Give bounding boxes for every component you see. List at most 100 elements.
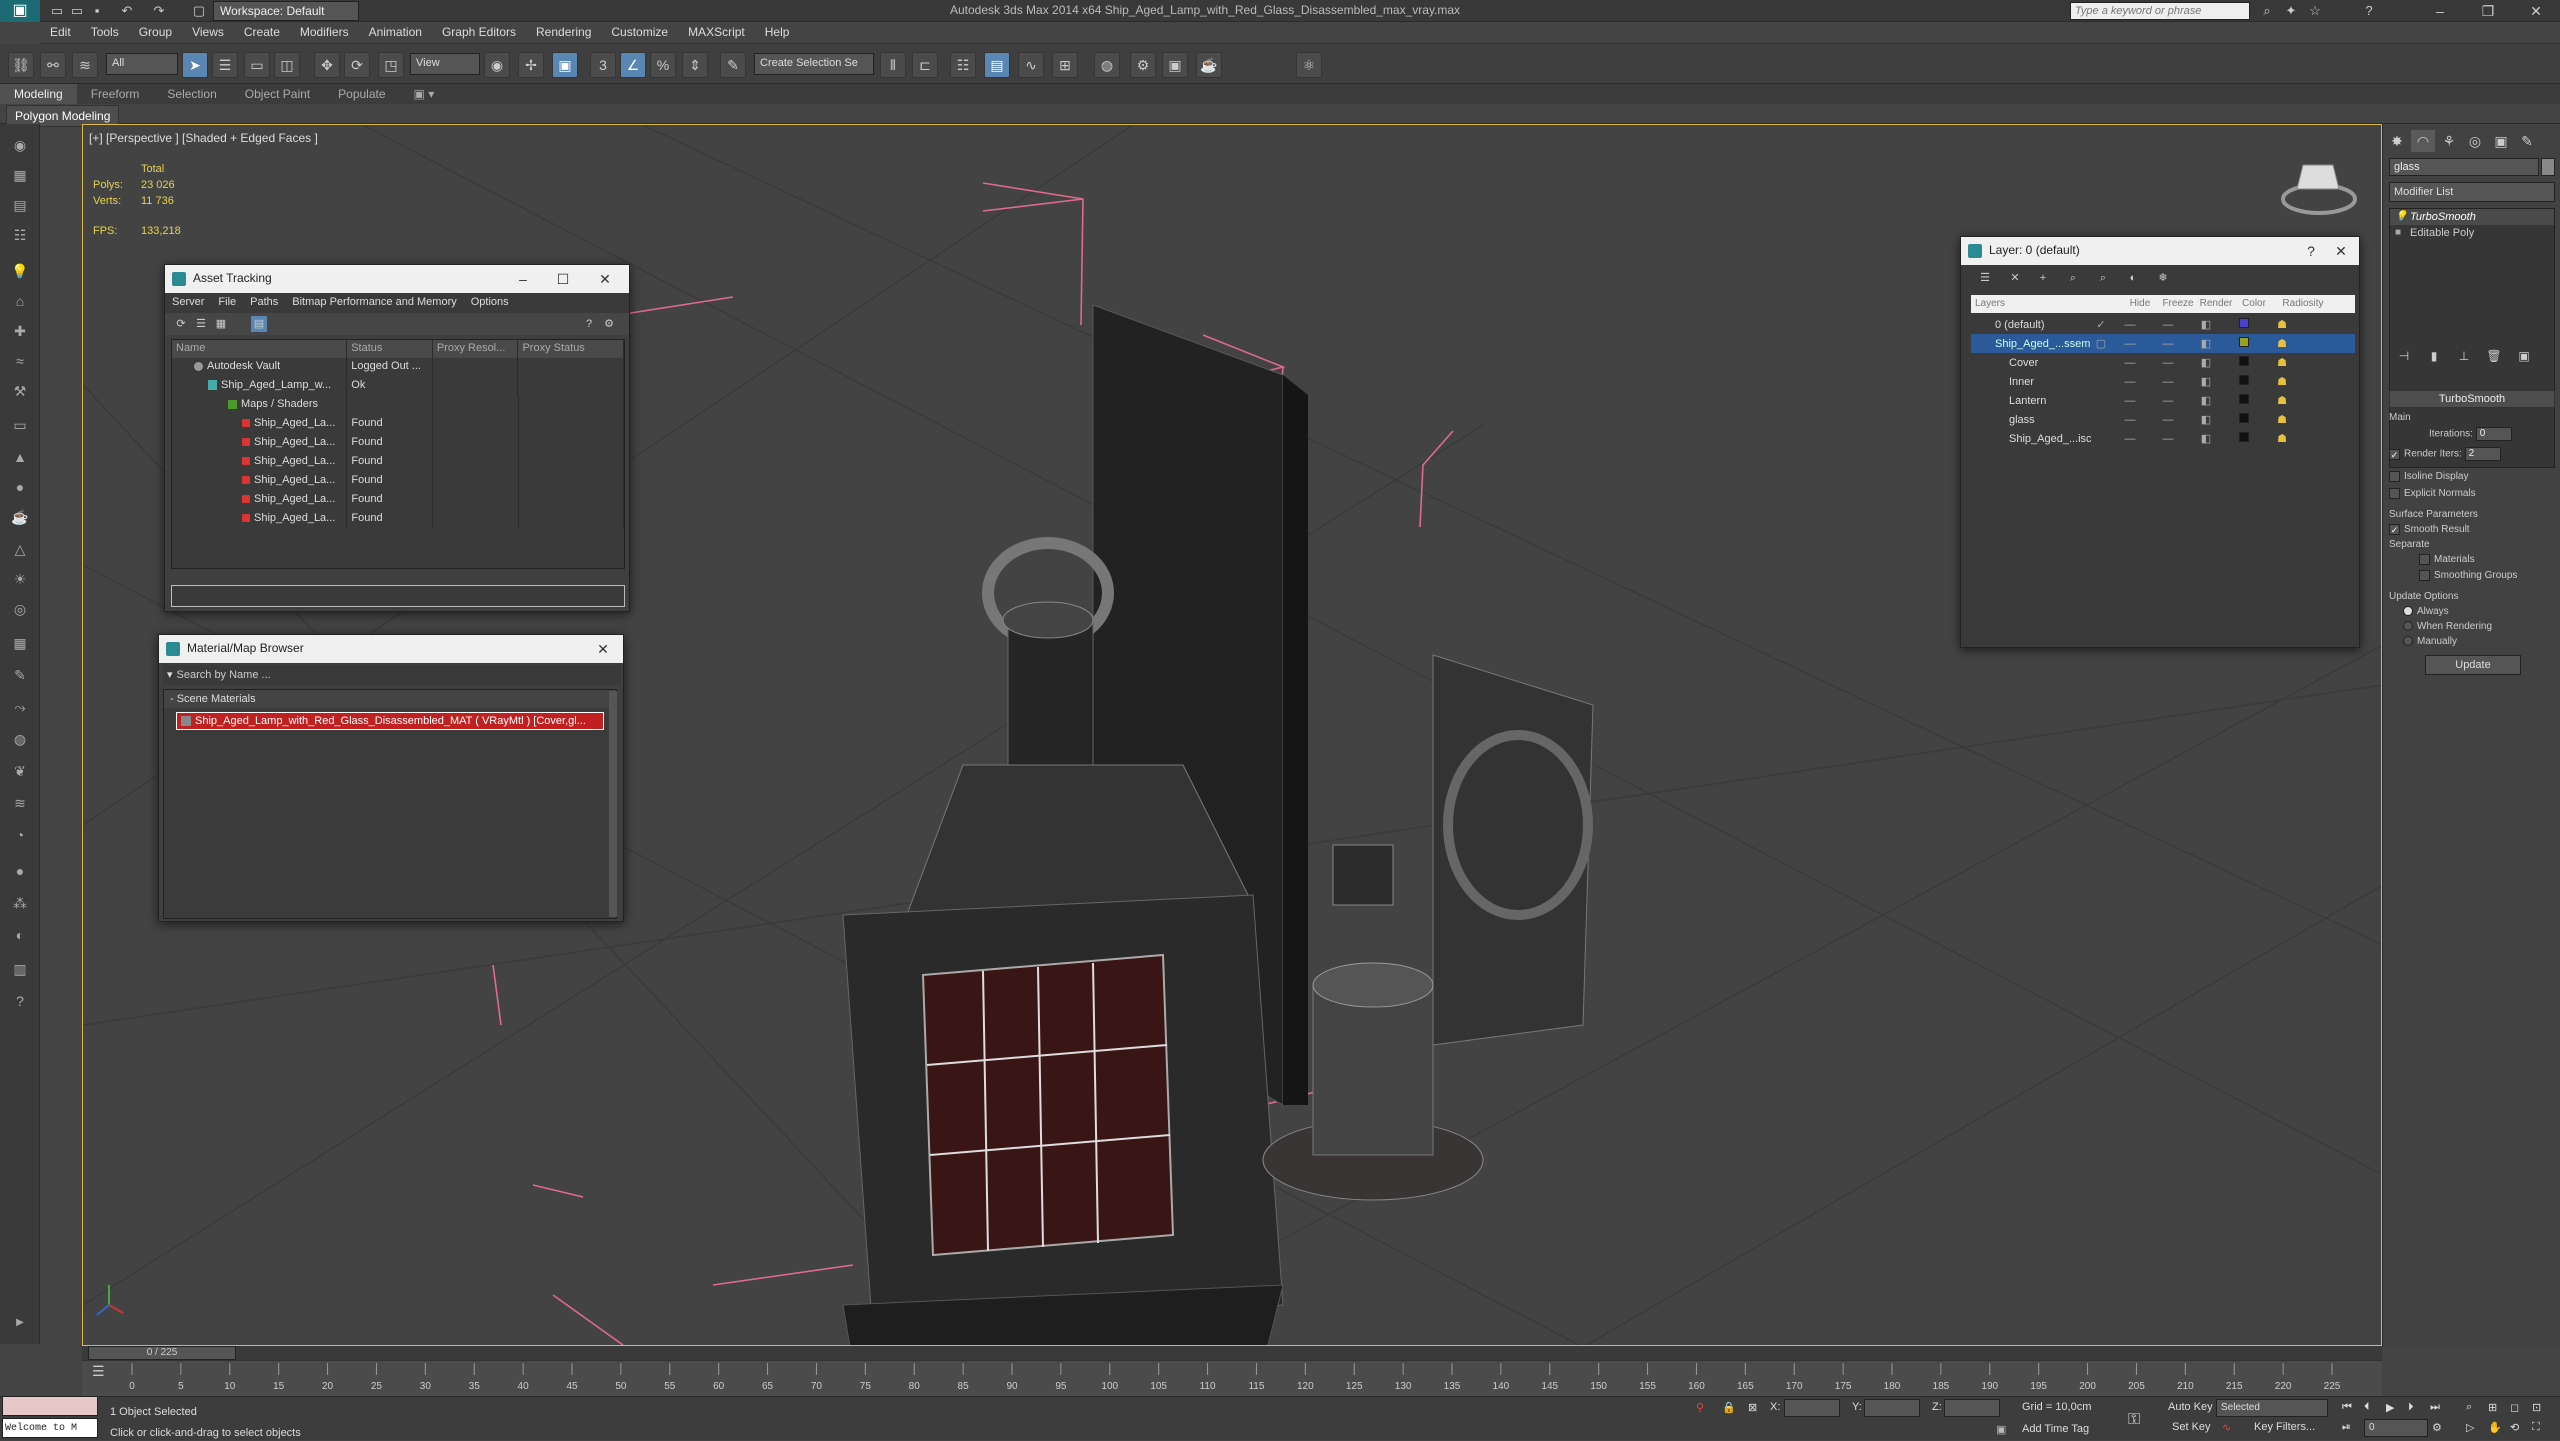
materials-checkbox[interactable] <box>2419 554 2430 566</box>
sun-icon[interactable]: ☀ <box>8 568 32 590</box>
menu-help[interactable]: Help <box>755 22 800 42</box>
favorites-icon[interactable]: ☆ <box>2306 2 2324 20</box>
material-browser-close-button[interactable]: ✕ <box>583 635 623 663</box>
zoom-icon[interactable]: ⌕ <box>2466 1401 2472 1414</box>
angle-snap-icon[interactable]: ∠ <box>620 52 646 78</box>
pyramid-icon[interactable]: △ <box>8 538 32 560</box>
help-icon[interactable]: ? <box>581 316 597 332</box>
path-icon[interactable]: ⤳ <box>8 696 32 718</box>
select-and-move-icon[interactable]: ✥ <box>314 52 340 78</box>
smooth-result-checkbox[interactable]: ✓ <box>2389 524 2400 536</box>
menu-modifiers[interactable]: Modifiers <box>290 22 359 42</box>
next-frame-icon[interactable]: ⏵ <box>2408 1401 2414 1414</box>
field-of-view-icon[interactable]: ▷ <box>2466 1421 2474 1434</box>
radiosity-icon[interactable]: ☗ <box>2263 432 2301 445</box>
motion-tab-icon[interactable]: ◎ <box>2463 130 2487 152</box>
curve-editor-mini-icon[interactable]: ☰ <box>92 1363 105 1380</box>
expand-arrow-icon[interactable]: ▶ <box>8 1312 32 1334</box>
rendered-frame-window-icon[interactable]: ▣ <box>1162 52 1188 78</box>
tab-selection[interactable]: Selection <box>153 84 230 104</box>
container-icon[interactable]: ▦ <box>8 164 32 186</box>
viewport-label[interactable]: [+] [Perspective ] [Shaded + Edged Faces… <box>89 131 318 145</box>
modifier-item[interactable]: 💡 TurboSmooth <box>2390 209 2554 225</box>
utilities-tab-icon[interactable]: ✎ <box>2515 130 2539 152</box>
add-selection-icon[interactable]: ▢ <box>2091 337 2111 350</box>
unlink-icon[interactable]: ⚯ <box>40 52 66 78</box>
menu-maxscript[interactable]: MAXScript <box>678 22 755 42</box>
render-iters-spinner[interactable]: 2 <box>2464 447 2501 461</box>
absolute-mode-icon[interactable]: ⊠ <box>1748 1401 1757 1414</box>
show-end-result-icon[interactable]: ▮ <box>2419 346 2449 366</box>
torus-icon[interactable]: ◎ <box>8 598 32 620</box>
undo-icon[interactable]: ↶ <box>118 2 136 20</box>
go-to-end-icon[interactable]: ⏭ <box>2430 1401 2440 1414</box>
go-to-start-icon[interactable]: ⏮ <box>2342 1401 2352 1414</box>
delete-layer-icon[interactable]: ✕ <box>2007 270 2023 286</box>
maxscript-listener[interactable]: Welcome to M <box>2 1418 98 1438</box>
help-icon[interactable]: ? <box>2360 2 2378 20</box>
play-icon[interactable]: ▶ <box>2386 1401 2394 1414</box>
freeze-toggle[interactable]: — <box>2149 433 2187 445</box>
menu-graph-editors[interactable]: Graph Editors <box>432 22 526 42</box>
new-file-icon[interactable]: ▭ <box>48 2 66 20</box>
hide-toggle[interactable]: — <box>2111 433 2149 445</box>
select-manipulate-icon[interactable]: ✢ <box>518 52 544 78</box>
percent-snap-icon[interactable]: % <box>650 52 676 78</box>
y-coordinate-field[interactable] <box>1864 1399 1920 1417</box>
layer-explorer-icon[interactable]: ☷ <box>950 52 976 78</box>
camera-icon[interactable]: ⌂ <box>8 290 32 312</box>
col-status[interactable]: Status <box>347 340 433 358</box>
radiosity-icon[interactable]: ☗ <box>2263 394 2301 407</box>
tab-object-paint[interactable]: Object Paint <box>231 84 324 104</box>
freeze-toggle[interactable]: — <box>2149 376 2187 388</box>
blue-sphere-icon[interactable]: ● <box>8 860 32 882</box>
ribbon-options-icon[interactable]: ▣ ▾ <box>400 84 449 104</box>
edit-named-selection-icon[interactable]: ✎ <box>720 52 746 78</box>
pan-view-icon[interactable]: ✋ <box>2488 1421 2502 1434</box>
leaf-icon[interactable]: ❦ <box>8 760 32 782</box>
freeze-toggle[interactable]: — <box>2149 357 2187 369</box>
menu-customize[interactable]: Customize <box>601 22 678 42</box>
select-object-icon[interactable]: ➤ <box>182 52 208 78</box>
layer-color-swatch[interactable] <box>2239 356 2249 366</box>
app-logo-icon[interactable]: ▣ <box>0 0 40 22</box>
hide-toggle[interactable]: — <box>2111 395 2149 407</box>
material-editor-icon[interactable]: ◍ <box>1094 52 1120 78</box>
render-iters-checkbox[interactable]: ✓ <box>2389 448 2400 460</box>
material-scrollbar[interactable] <box>609 691 617 917</box>
open-file-icon[interactable]: ▭ <box>68 2 86 20</box>
iterations-spinner[interactable]: 0 <box>2475 427 2512 441</box>
reference-coordinate-select[interactable]: View <box>410 53 480 75</box>
layer-row[interactable]: glass — — ◧ ☗ <box>1971 410 2355 429</box>
binoculars-icon[interactable]: ⌕ <box>2258 2 2276 20</box>
col-color[interactable]: Color <box>2235 295 2273 313</box>
radiosity-icon[interactable]: ☗ <box>2263 356 2301 369</box>
hide-all-icon[interactable]: ◐ <box>2125 270 2141 286</box>
curve-editor-icon[interactable]: ∿ <box>1018 52 1044 78</box>
key-icon[interactable]: ⚿ <box>2128 1411 2140 1429</box>
update-button[interactable]: Update <box>2425 654 2521 675</box>
minimize-button[interactable]: – <box>2420 0 2460 22</box>
zoom-all-icon[interactable]: ⊞ <box>2488 1401 2497 1414</box>
asset-menu-paths[interactable]: Paths <box>243 293 285 311</box>
make-unique-icon[interactable]: ⊥ <box>2449 346 2479 366</box>
table-row[interactable]: Ship_Aged_La... Found <box>172 453 624 472</box>
render-toggle-icon[interactable]: ◧ <box>2187 337 2225 350</box>
layer-row[interactable]: Cover — — ◧ ☗ <box>1971 353 2355 372</box>
keyboard-shortcut-override-icon[interactable]: ▣ <box>552 52 578 78</box>
pin-stack-icon[interactable]: ⊣ <box>2389 346 2419 366</box>
trackbar[interactable]: ☰ 0 5 10 15 20 25 30 35 40 45 50 55 60 65 70 75 80 85 90 95… <box>82 1360 2382 1396</box>
layer-close-button[interactable]: ✕ <box>2321 237 2361 265</box>
modify-tab-icon[interactable]: ◠ <box>2411 130 2435 152</box>
menu-tools[interactable]: Tools <box>81 22 129 42</box>
table-row[interactable]: Autodesk Vault Logged Out ... <box>172 358 624 377</box>
menu-views[interactable]: Views <box>182 22 234 42</box>
layer-color-swatch[interactable] <box>2239 318 2249 328</box>
isoline-checkbox[interactable] <box>2389 471 2400 482</box>
menu-edit[interactable]: Edit <box>40 22 81 42</box>
manually-radio[interactable] <box>2403 636 2413 647</box>
col-render[interactable]: Render <box>2197 295 2235 313</box>
particle-icon[interactable]: ⁂ <box>8 892 32 914</box>
z-coordinate-field[interactable] <box>1944 1399 2000 1417</box>
current-frame-field[interactable]: 0 <box>2364 1419 2428 1437</box>
